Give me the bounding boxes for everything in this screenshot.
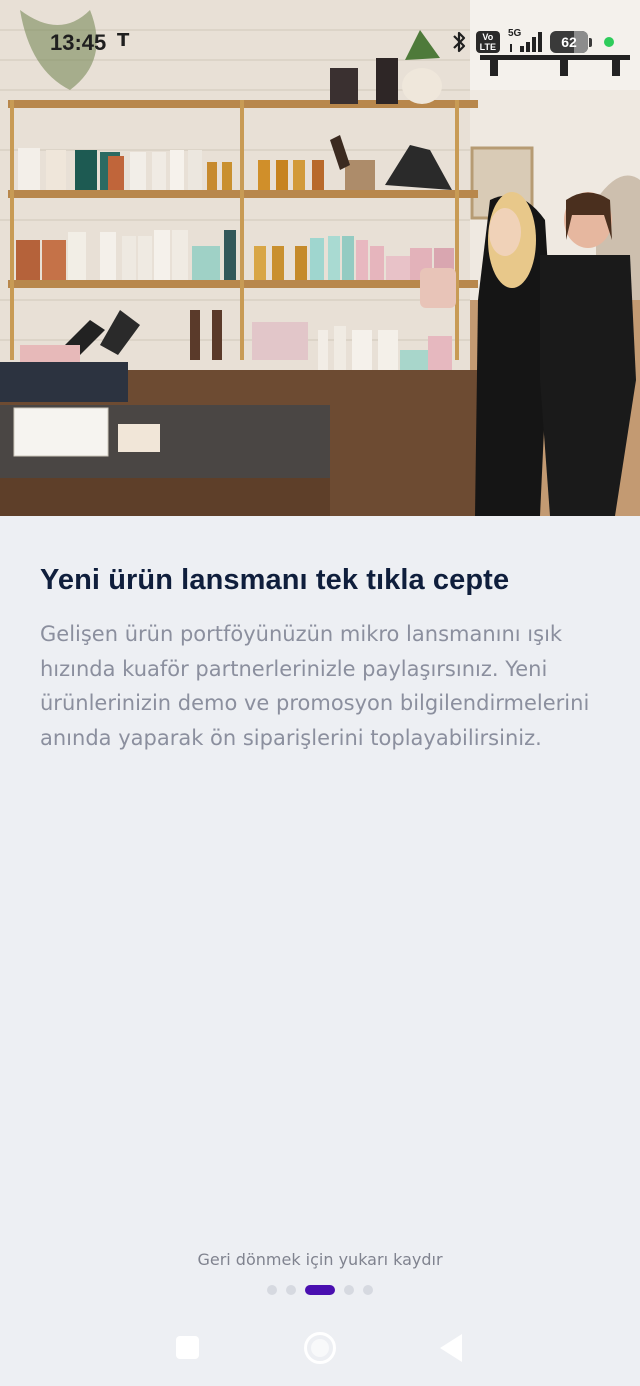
status-time: 13:45 [50, 30, 107, 55]
page-indicator [0, 1285, 640, 1295]
page-title: Yeni ürün lansmanı tek tıkla cepte [40, 564, 510, 596]
page-dot [344, 1285, 354, 1295]
page-description: Gelişen ürün portföyünüzün mikro lansman… [40, 622, 590, 750]
page-dot [267, 1285, 277, 1295]
bluetooth-icon [452, 31, 465, 53]
status-icons: Vo LTE 5G 62 [450, 28, 614, 56]
onboarding-screen: 13:45 T Vo LTE 5G 62 Yeni ürün lansmanı … [0, 0, 640, 1386]
signal-icon: 5G [508, 28, 542, 54]
recents-icon[interactable] [176, 1336, 199, 1359]
page-dot [305, 1285, 335, 1295]
swipe-hint: Geri dönmek için yukarı kaydır [197, 1250, 443, 1269]
notification-glyph: T [117, 30, 130, 51]
battery-tip [589, 37, 592, 47]
battery-level: 62 [561, 34, 577, 50]
home-icon[interactable] [304, 1332, 336, 1364]
page-dot [363, 1285, 373, 1295]
status-bar: 13:45 T Vo LTE 5G 62 [0, 0, 640, 84]
volte-icon: Vo LTE [475, 31, 500, 53]
back-icon[interactable] [440, 1334, 462, 1362]
battery-icon: 62 [550, 31, 588, 53]
privacy-indicator-dot [604, 37, 614, 47]
page-dot [286, 1285, 296, 1295]
navigation-bar [0, 1310, 640, 1386]
